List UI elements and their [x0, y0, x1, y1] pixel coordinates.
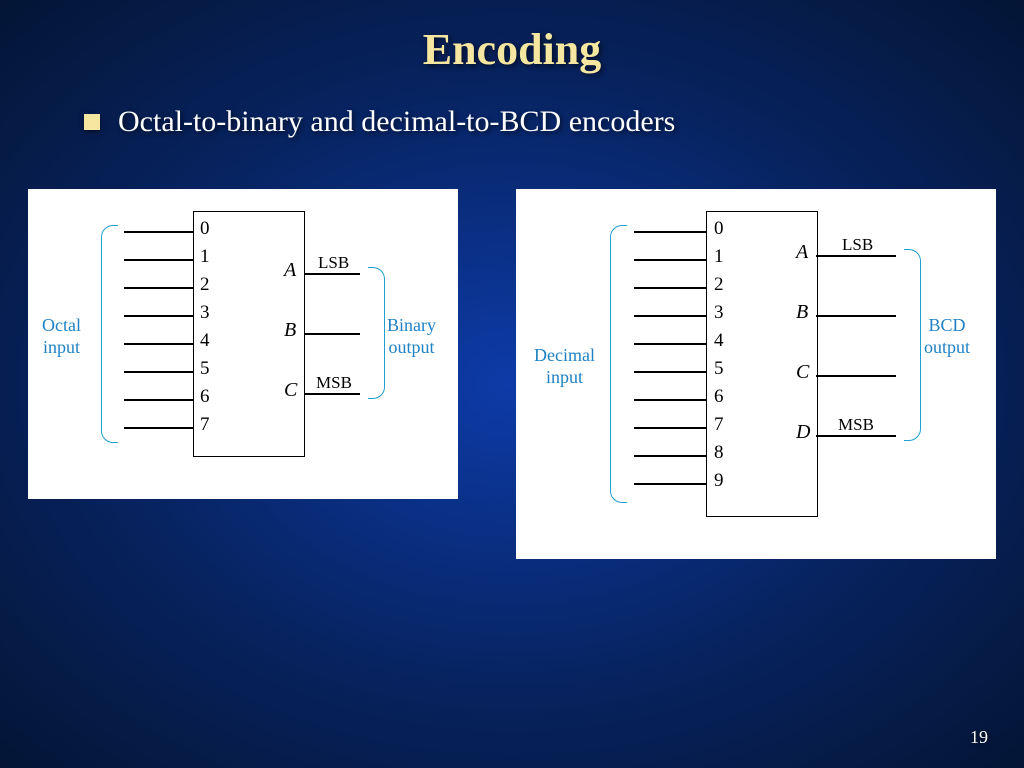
octal-output-letter: A — [284, 259, 296, 282]
lsb-label: LSB — [318, 253, 349, 273]
decimal-output-line — [816, 315, 896, 317]
page-number: 19 — [970, 727, 988, 748]
octal-input-number: 4 — [200, 330, 210, 352]
decimal-input-number: 2 — [714, 274, 724, 296]
octal-input-number: 7 — [200, 414, 210, 436]
slide-title: Encoding — [0, 0, 1024, 75]
decimal-output-line — [816, 435, 896, 437]
octal-output-letter: B — [284, 319, 296, 342]
decimal-input-line — [634, 399, 706, 401]
decimal-input-number: 0 — [714, 218, 724, 240]
decimal-output-letter: A — [796, 241, 808, 264]
msb-label: MSB — [316, 373, 352, 393]
octal-input-number: 6 — [200, 386, 210, 408]
octal-input-line — [124, 231, 193, 233]
bullet-row: Octal-to-binary and decimal-to-BCD encod… — [84, 105, 1024, 139]
decimal-input-number: 4 — [714, 330, 724, 352]
decimal-input-number: 1 — [714, 246, 724, 268]
bullet-text: Octal-to-binary and decimal-to-BCD encod… — [118, 105, 675, 139]
octal-input-number: 3 — [200, 302, 210, 324]
octal-input-line — [124, 287, 193, 289]
decimal-input-number: 5 — [714, 358, 724, 380]
decimal-output-line — [816, 255, 896, 257]
octal-input-line — [124, 315, 193, 317]
octal-output-brace — [368, 267, 385, 399]
bullet-icon — [84, 114, 100, 130]
diagram-row: Octalinput 0 1 2 3 4 5 6 7 A LSB B C MSB Binaryoutp… — [0, 139, 1024, 559]
decimal-output-letter: B — [796, 301, 808, 324]
decimal-output-line — [816, 375, 896, 377]
decimal-output-brace — [904, 249, 921, 441]
octal-input-number: 0 — [200, 218, 210, 240]
decimal-input-line — [634, 483, 706, 485]
octal-input-line — [124, 371, 193, 373]
decimal-input-line — [634, 231, 706, 233]
bcd-output-label: BCDoutput — [924, 314, 970, 358]
octal-input-line — [124, 343, 193, 345]
decimal-input-number: 7 — [714, 414, 724, 436]
decimal-input-number: 9 — [714, 470, 724, 492]
octal-input-number: 5 — [200, 358, 210, 380]
octal-input-line — [124, 259, 193, 261]
decimal-input-number: 8 — [714, 442, 724, 464]
decimal-output-letter: D — [796, 421, 810, 444]
octal-input-line — [124, 399, 193, 401]
decimal-input-line — [634, 427, 706, 429]
msb-label: MSB — [838, 415, 874, 435]
decimal-input-brace — [610, 225, 627, 503]
octal-output-letter: C — [284, 379, 297, 402]
binary-output-label: Binaryoutput — [387, 314, 436, 358]
decimal-input-label: Decimalinput — [534, 344, 595, 388]
octal-panel: Octalinput 0 1 2 3 4 5 6 7 A LSB B C MSB Binaryoutp… — [28, 189, 458, 499]
decimal-input-number: 6 — [714, 386, 724, 408]
octal-input-line — [124, 427, 193, 429]
decimal-input-line — [634, 287, 706, 289]
octal-input-label: Octalinput — [42, 314, 81, 358]
decimal-input-number: 3 — [714, 302, 724, 324]
decimal-panel: Decimalinput 0 1 2 3 4 5 6 7 8 9 A LSB B C D MSB BCDou… — [516, 189, 996, 559]
decimal-input-line — [634, 343, 706, 345]
octal-input-number: 2 — [200, 274, 210, 296]
octal-input-brace — [101, 225, 118, 443]
decimal-input-line — [634, 455, 706, 457]
decimal-output-letter: C — [796, 361, 809, 384]
octal-output-line — [304, 333, 360, 335]
octal-output-line — [304, 273, 360, 275]
octal-output-line — [304, 393, 360, 395]
octal-input-number: 1 — [200, 246, 210, 268]
decimal-input-line — [634, 371, 706, 373]
decimal-input-line — [634, 315, 706, 317]
lsb-label: LSB — [842, 235, 873, 255]
decimal-input-line — [634, 259, 706, 261]
